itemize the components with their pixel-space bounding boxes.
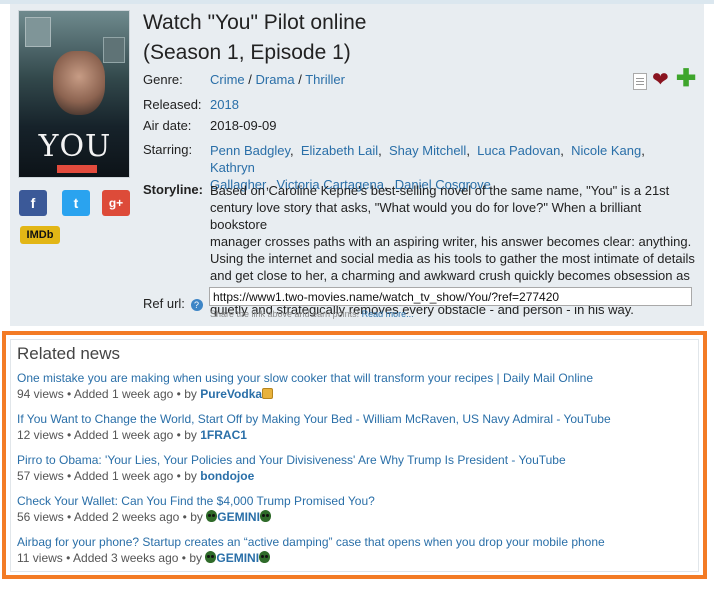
bullet: •	[67, 428, 72, 442]
related-news-box: Related news One mistake you are making …	[10, 339, 699, 572]
alien-icon	[259, 510, 271, 522]
bullet: •	[176, 428, 181, 442]
news-added: Added 3 weeks ago	[73, 551, 179, 565]
facebook-share-button[interactable]: f	[19, 190, 47, 216]
document-icon[interactable]	[633, 73, 647, 90]
news-user-link[interactable]: GEMINI	[217, 510, 260, 524]
actor-link[interactable]: Penn Badgley	[210, 143, 290, 158]
refurl-hint-text: Share the link above and earn points!	[210, 309, 360, 319]
news-by: by	[189, 551, 203, 565]
actor-link[interactable]: Kathryn	[210, 160, 255, 175]
news-by: by	[184, 387, 197, 401]
related-news-section: Related news One mistake you are making …	[2, 331, 707, 579]
refurl-hint: Share the link above and earn points! Re…	[210, 309, 414, 319]
news-views: 56 views	[17, 510, 64, 524]
news-views: 57 views	[17, 469, 64, 483]
news-added: Added 1 week ago	[73, 387, 174, 401]
favorite-heart-icon[interactable]: ❤	[652, 70, 669, 90]
news-views: 12 views	[17, 428, 64, 442]
actor-link[interactable]: Elizabeth Lail	[301, 143, 378, 158]
bullet: •	[176, 387, 181, 401]
news-added: Added 1 week ago	[73, 469, 174, 483]
help-icon[interactable]: ?	[190, 298, 203, 311]
bullet: •	[66, 551, 71, 565]
released-year-link[interactable]: 2018	[210, 97, 239, 112]
news-headline-link[interactable]: If You Want to Change the World, Start O…	[17, 412, 611, 426]
airdate-value: 2018-09-09	[210, 118, 277, 133]
title-line-2: (Season 1, Episode 1)	[143, 41, 351, 64]
googleplus-share-button[interactable]: g+	[102, 190, 130, 216]
genre-separator: /	[248, 72, 252, 87]
poster-face	[53, 51, 105, 115]
news-views: 11 views	[17, 551, 63, 565]
news-by: by	[184, 428, 197, 442]
released-label: Released:	[143, 97, 202, 112]
refurl-label-wrap: Ref url: ?	[143, 296, 203, 311]
bullet: •	[67, 387, 72, 401]
news-user-link[interactable]: bondojoe	[200, 469, 254, 483]
news-headline-link[interactable]: Airbag for your phone? Startup creates a…	[17, 535, 605, 549]
news-by: by	[184, 469, 197, 483]
news-by: by	[190, 510, 203, 524]
news-item: Pirro to Obama: 'Your Lies, Your Policie…	[17, 452, 697, 484]
airdate-label: Air date:	[143, 118, 192, 133]
genre-values: Crime / Drama / Thriller	[210, 72, 345, 87]
news-item: Airbag for your phone? Startup creates a…	[17, 534, 697, 566]
read-more-link[interactable]: Read more...	[362, 309, 414, 319]
actor-link[interactable]: Shay Mitchell	[389, 143, 466, 158]
news-meta: 57 views • Added 1 week ago • by bondojo…	[17, 468, 697, 484]
poster-date-tag	[57, 165, 97, 173]
news-user-link[interactable]: GEMINI	[216, 551, 259, 565]
news-headline-link[interactable]: Check Your Wallet: Can You Find the $4,0…	[17, 494, 375, 508]
news-headline-link[interactable]: Pirro to Obama: 'Your Lies, Your Policie…	[17, 453, 566, 467]
news-meta: 94 views • Added 1 week ago • by PureVod…	[17, 386, 697, 402]
storyline-line: manager crosses paths with an aspiring w…	[210, 234, 692, 249]
poster-inset-photo	[25, 17, 51, 47]
alien-icon	[205, 551, 217, 563]
genre-separator: /	[298, 72, 302, 87]
news-added: Added 1 week ago	[73, 428, 174, 442]
actor-link[interactable]: Luca Padovan	[477, 143, 560, 158]
starring-label: Starring:	[143, 142, 193, 157]
storyline-line: century love story that asks, "What woul…	[210, 200, 642, 232]
page-title: Watch "You" Pilot online (Season 1, Epis…	[143, 8, 366, 68]
bullet: •	[67, 469, 72, 483]
bullet: •	[182, 510, 187, 524]
news-user-link[interactable]: 1FRAC1	[200, 428, 247, 442]
bullet: •	[176, 469, 181, 483]
news-meta: 11 views • Added 3 weeks ago • by GEMINI	[17, 550, 697, 566]
news-meta: 12 views • Added 1 week ago • by 1FRAC1	[17, 427, 697, 443]
storyline-line: Using the internet and social media as h…	[210, 251, 695, 266]
related-news-title: Related news	[17, 344, 121, 363]
imdb-link-button[interactable]: IMDb	[20, 226, 60, 244]
storyline-label: Storyline:	[143, 182, 203, 197]
poster-inset-photo	[103, 37, 125, 63]
poster-image[interactable]: YOU	[18, 10, 130, 178]
refurl-input[interactable]	[209, 287, 692, 306]
poster-title: YOU	[38, 129, 112, 164]
genre-label: Genre:	[143, 72, 183, 87]
genre-link-crime[interactable]: Crime	[210, 72, 245, 87]
alien-icon	[206, 510, 218, 522]
twitter-share-button[interactable]: t	[62, 190, 90, 216]
alien-icon	[259, 551, 271, 563]
bullet: •	[181, 551, 186, 565]
news-views: 94 views	[17, 387, 64, 401]
genre-link-thriller[interactable]: Thriller	[305, 72, 345, 87]
news-item: One mistake you are making when using yo…	[17, 370, 697, 402]
refurl-label: Ref url:	[143, 296, 185, 311]
news-item: If You Want to Change the World, Start O…	[17, 411, 697, 443]
actor-link[interactable]: Nicole Kang	[571, 143, 641, 158]
beer-mug-icon	[262, 388, 274, 399]
bullet: •	[67, 510, 72, 524]
genre-link-drama[interactable]: Drama	[256, 72, 295, 87]
title-line-1: Watch "You" Pilot online	[143, 11, 367, 34]
news-user-link[interactable]: PureVodka	[200, 387, 262, 401]
news-added: Added 2 weeks ago	[73, 510, 180, 524]
storyline-line: Based on Caroline Kepne's best-selling n…	[210, 183, 670, 198]
news-headline-link[interactable]: One mistake you are making when using yo…	[17, 371, 593, 385]
add-plus-icon[interactable]: ✚	[676, 67, 696, 91]
news-meta: 56 views • Added 2 weeks ago • by GEMINI	[17, 509, 697, 525]
news-item: Check Your Wallet: Can You Find the $4,0…	[17, 493, 697, 525]
